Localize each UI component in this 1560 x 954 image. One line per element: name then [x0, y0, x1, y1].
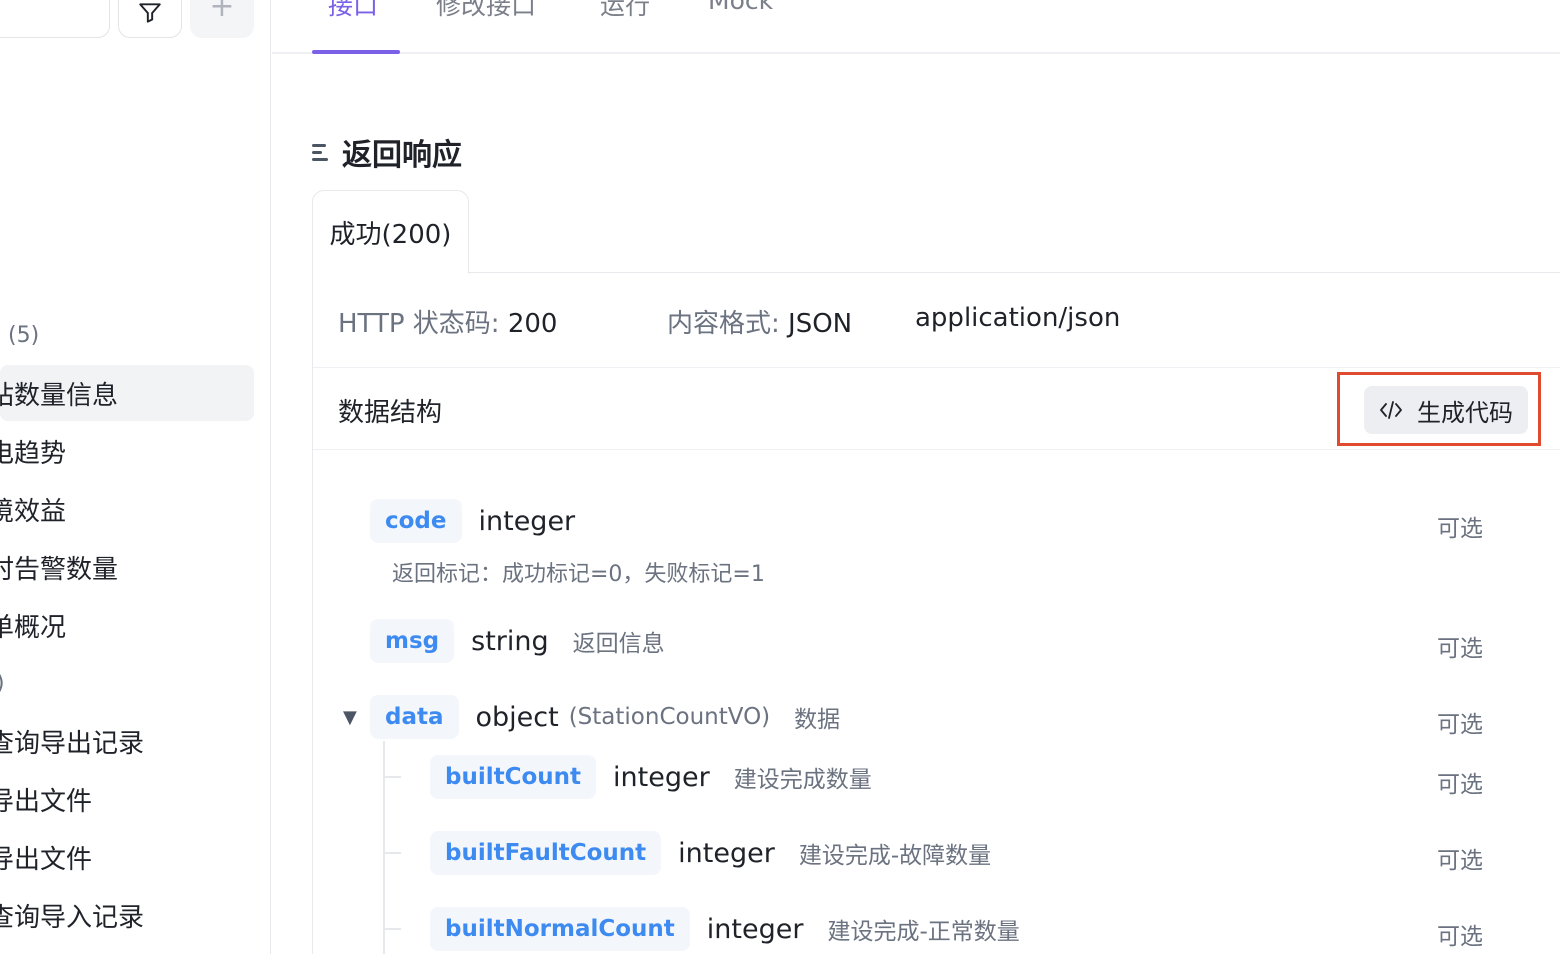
http-status: HTTP 状态码: 200: [338, 309, 558, 339]
plus-icon: +: [209, 0, 235, 24]
tab-mock[interactable]: Mock: [708, 0, 773, 15]
field-description: 建设完成-正常数量: [827, 919, 1020, 945]
tab-run[interactable]: 运行: [600, 0, 650, 22]
filter-icon: [139, 3, 161, 23]
tree-connector: [383, 928, 401, 930]
tree-item[interactable]: 导出文件: [0, 828, 270, 886]
tree-item[interactable]: 时告警数量: [0, 538, 270, 596]
field-ref[interactable]: (StationCountVO): [569, 704, 770, 730]
tab-interface[interactable]: 接口: [328, 0, 378, 22]
search-input[interactable]: [0, 0, 110, 38]
content-type: application/json: [915, 303, 1121, 333]
api-tree: (5) 站数量信息 电趋势 境效益 时告警数量 单概况 ) 查询导出记录 导出文…: [0, 306, 270, 944]
field-name[interactable]: builtNormalCount: [430, 907, 690, 951]
field-row: builtFaultCount integer 建设完成-故障数量: [430, 831, 991, 875]
tree-item[interactable]: 查询导出记录: [0, 712, 270, 770]
tree-item[interactable]: 电趋势: [0, 422, 270, 480]
tab-bar: 接口 修改接口 运行 Mock: [272, 0, 1560, 54]
response-meta: HTTP 状态码: 200 内容格式: JSON application/jso…: [313, 273, 1560, 368]
field-description: 建设完成-故障数量: [798, 843, 992, 869]
tree-item[interactable]: 境效益: [0, 480, 270, 538]
field-name[interactable]: builtFaultCount: [430, 831, 662, 875]
tree-group[interactable]: (5): [0, 306, 270, 364]
filter-button[interactable]: [118, 0, 182, 38]
field-type: string: [471, 625, 549, 657]
field-row: msg string 返回信息: [370, 619, 665, 663]
data-structure-header: 数据结构 生成代码: [313, 368, 1560, 450]
field-optional: 可选: [1437, 712, 1483, 738]
field-optional: 可选: [1437, 924, 1483, 950]
tree-item[interactable]: 导出文件: [0, 770, 270, 828]
field-name[interactable]: code: [370, 499, 462, 543]
field-row: builtNormalCount integer 建设完成-正常数量: [430, 907, 1020, 951]
field-description: 返回信息: [572, 631, 665, 657]
list-icon: [312, 141, 330, 163]
field-type: integer: [478, 505, 576, 537]
field-optional: 可选: [1437, 636, 1483, 662]
field-description: 数据: [794, 707, 841, 733]
field-name[interactable]: msg: [370, 619, 455, 663]
code-icon: [1380, 401, 1402, 419]
field-description: 建设完成数量: [733, 767, 872, 793]
tree-connector: [383, 776, 401, 778]
highlight-box: 生成代码: [1337, 372, 1541, 446]
tree-item[interactable]: 查询导入记录: [0, 886, 270, 944]
sidebar: + (5) 站数量信息 电趋势 境效益 时告警数量 单概况 ) 查询导出记录 导…: [0, 0, 271, 954]
field-name[interactable]: data: [370, 695, 459, 739]
active-tab-indicator: [312, 50, 400, 54]
section-header: 返回响应: [312, 130, 462, 174]
field-row: builtCount integer 建设完成数量: [430, 755, 872, 799]
field-type: object: [475, 701, 559, 733]
field-optional: 可选: [1437, 772, 1483, 798]
field-description: 返回标记：成功标记=0，失败标记=1: [392, 562, 765, 587]
field-type: integer: [613, 761, 710, 793]
field-row: data object (StationCountVO) 数据: [370, 695, 840, 739]
field-name[interactable]: builtCount: [430, 755, 597, 799]
content-format: 内容格式: JSON: [667, 309, 853, 339]
response-panel: HTTP 状态码: 200 内容格式: JSON application/jso…: [312, 272, 1560, 954]
tab-edit-interface[interactable]: 修改接口: [436, 0, 536, 22]
main-panel: 接口 修改接口 运行 Mock 返回响应 成功(200) HTTP 状态码: 2…: [272, 0, 1560, 954]
field-type: integer: [706, 913, 804, 945]
tree-group[interactable]: ): [0, 654, 270, 712]
caret-down-icon[interactable]: ▼: [343, 707, 357, 728]
tree-connector: [383, 852, 401, 854]
generate-code-button[interactable]: 生成代码: [1364, 386, 1528, 434]
section-title: 返回响应: [342, 138, 462, 173]
field-optional: 可选: [1437, 516, 1483, 542]
field-row: code integer: [370, 499, 575, 543]
response-tab-200[interactable]: 成功(200): [312, 190, 469, 274]
tree-item[interactable]: 站数量信息: [0, 365, 254, 421]
field-optional: 可选: [1437, 848, 1483, 874]
data-structure-title: 数据结构: [338, 398, 443, 428]
tree-guide-line: [383, 741, 385, 954]
add-button[interactable]: +: [190, 0, 254, 38]
tree-item[interactable]: 单概况: [0, 596, 270, 654]
field-type: integer: [678, 837, 775, 869]
